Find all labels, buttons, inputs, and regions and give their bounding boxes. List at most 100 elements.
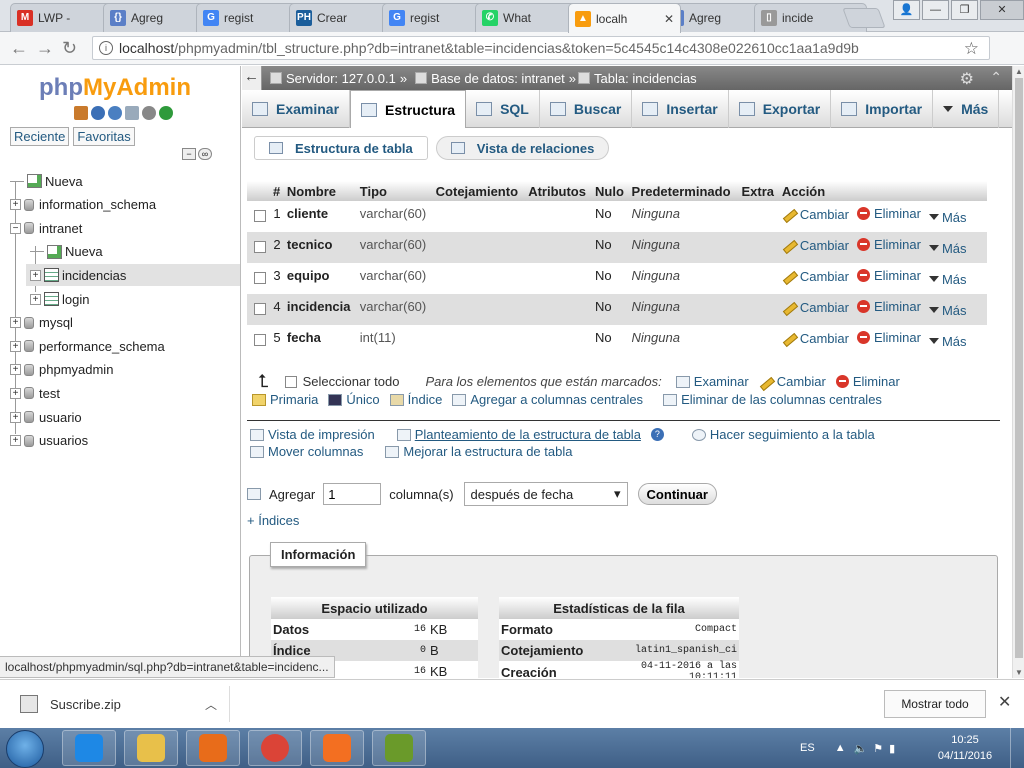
clock[interactable]: 10:25 04/11/2016 bbox=[930, 732, 1000, 764]
tree-label[interactable]: performance_schema bbox=[39, 339, 165, 354]
close-tab-icon[interactable]: ✕ bbox=[664, 12, 674, 26]
cell-name[interactable]: fecha bbox=[283, 325, 357, 356]
tree-label[interactable]: usuario bbox=[39, 410, 82, 425]
cell-name[interactable]: equipo bbox=[283, 263, 357, 294]
tree-db-mysql[interactable]: + mysql bbox=[10, 312, 73, 334]
link-icon[interactable]: ∞ bbox=[198, 148, 212, 160]
tab-estructura[interactable]: Estructura bbox=[350, 90, 467, 128]
propose-structure-link[interactable]: Planteamiento de la estructura de tabla bbox=[396, 427, 641, 442]
drop-link[interactable]: Eliminar bbox=[856, 237, 921, 252]
collapse-icon[interactable]: − bbox=[10, 222, 21, 234]
reload-icon[interactable]: ↻ bbox=[62, 38, 77, 59]
bookmark-star-icon[interactable]: ☆ bbox=[964, 39, 979, 59]
show-desktop-button[interactable] bbox=[1010, 728, 1024, 768]
change-link[interactable]: Cambiar bbox=[782, 207, 849, 222]
help-icon[interactable] bbox=[108, 106, 122, 120]
tab-buscar[interactable]: Buscar bbox=[540, 90, 633, 128]
help-icon[interactable]: ? bbox=[650, 428, 664, 441]
drop-link[interactable]: Eliminar bbox=[856, 206, 921, 221]
scroll-down-arrow-icon[interactable]: ▼ bbox=[1015, 668, 1023, 677]
tab-insertar[interactable]: Insertar bbox=[632, 90, 729, 128]
download-item[interactable]: Suscribe.zip ︿ bbox=[8, 686, 230, 722]
home-icon[interactable] bbox=[74, 106, 88, 120]
information-legend[interactable]: Información bbox=[270, 542, 367, 567]
bulk-index-link[interactable]: Índice bbox=[389, 392, 442, 407]
language-indicator[interactable]: ES bbox=[800, 742, 815, 754]
move-columns-link[interactable]: Mover columnas bbox=[250, 444, 363, 459]
improve-structure-link[interactable]: Mejorar la estructura de tabla bbox=[385, 444, 572, 459]
row-checkbox[interactable] bbox=[254, 210, 266, 222]
volume-icon[interactable]: 🔈 bbox=[854, 742, 868, 755]
bulk-add-central-link[interactable]: Agregar a columnas centrales bbox=[452, 392, 643, 407]
tree-db-Nueva[interactable]: Nueva bbox=[10, 170, 83, 192]
info-icon[interactable]: i bbox=[99, 41, 113, 55]
tree-db-usuarios[interactable]: + usuarios bbox=[10, 430, 88, 452]
tab-table-structure[interactable]: Estructura de tabla bbox=[254, 136, 428, 160]
taskbar-app[interactable] bbox=[124, 730, 178, 766]
tree-label[interactable]: login bbox=[62, 292, 89, 307]
breadcrumb-database[interactable]: Base de datos: intranet bbox=[415, 71, 565, 86]
tab-examinar[interactable]: Examinar bbox=[242, 90, 351, 128]
bulk-browse-link[interactable]: Examinar bbox=[675, 374, 749, 389]
tree-db-test[interactable]: + test bbox=[10, 382, 60, 404]
tree-label[interactable]: information_schema bbox=[39, 197, 156, 212]
tree-table-login[interactable]: + login bbox=[30, 288, 89, 310]
tray-expand-icon[interactable]: ▲ bbox=[835, 742, 846, 754]
reload-navigation-icon[interactable] bbox=[159, 106, 173, 120]
expand-icon[interactable]: + bbox=[30, 293, 41, 305]
column-header[interactable]: Tipo bbox=[356, 181, 433, 201]
tree-label[interactable]: phpmyadmin bbox=[39, 362, 113, 377]
expand-icon[interactable]: + bbox=[10, 435, 21, 447]
tree-db-usuario[interactable]: + usuario bbox=[10, 406, 82, 428]
change-link[interactable]: Cambiar bbox=[782, 331, 849, 346]
tree-db-phpmyadmin[interactable]: + phpmyadmin bbox=[10, 359, 113, 381]
tab-más[interactable]: Más bbox=[933, 90, 1000, 128]
select-all-label[interactable]: Seleccionar todo bbox=[303, 374, 400, 389]
collapse-panel-arrow-icon[interactable]: ← bbox=[242, 66, 262, 90]
tree-label[interactable]: Nueva bbox=[65, 244, 103, 259]
continue-button[interactable]: Continuar bbox=[637, 483, 717, 505]
expand-icon[interactable]: + bbox=[10, 340, 21, 352]
tab-favorites[interactable]: Favoritas bbox=[73, 127, 135, 146]
row-checkbox[interactable] bbox=[254, 334, 266, 346]
minimize-button[interactable]: — bbox=[922, 0, 949, 20]
main-scrollbar[interactable]: ▲ ▼ bbox=[1012, 66, 1024, 678]
phpmyadmin-logo[interactable]: phpMyAdmin bbox=[39, 74, 191, 102]
drop-link[interactable]: Eliminar bbox=[856, 268, 921, 283]
column-header[interactable]: Predeterminado bbox=[628, 181, 739, 201]
print-view-link[interactable]: Vista de impresión bbox=[250, 427, 375, 442]
taskbar-app[interactable] bbox=[186, 730, 240, 766]
expand-icon[interactable]: + bbox=[10, 199, 21, 211]
tree-db-information_schema[interactable]: + information_schema bbox=[10, 194, 156, 216]
docs-icon[interactable] bbox=[125, 106, 139, 120]
windows-start-button[interactable] bbox=[6, 730, 44, 768]
tab-exportar[interactable]: Exportar bbox=[729, 90, 832, 128]
logout-icon[interactable] bbox=[91, 106, 105, 120]
bulk-remove-central-link[interactable]: Eliminar de las columnas centrales bbox=[663, 392, 882, 407]
select-all-checkbox[interactable] bbox=[284, 375, 297, 388]
tree-table-Nueva[interactable]: Nueva bbox=[30, 241, 103, 263]
user-icon[interactable]: 👤 bbox=[893, 0, 920, 20]
scroll-top-icon[interactable]: ⌃ bbox=[990, 69, 1002, 86]
expand-icon[interactable]: + bbox=[10, 317, 21, 329]
tree-label[interactable]: intranet bbox=[39, 221, 82, 236]
tab-recent[interactable]: Reciente bbox=[10, 127, 70, 146]
scroll-up-arrow-icon[interactable]: ▲ bbox=[1015, 67, 1023, 76]
expand-icon[interactable]: + bbox=[10, 387, 21, 399]
tab-importar[interactable]: Importar bbox=[831, 90, 934, 128]
column-header[interactable]: Nulo bbox=[592, 181, 629, 201]
show-all-downloads-button[interactable]: Mostrar todo bbox=[884, 690, 986, 718]
row-checkbox[interactable] bbox=[254, 272, 266, 284]
expand-icon[interactable]: + bbox=[10, 411, 21, 423]
column-header[interactable]: Extra bbox=[738, 181, 779, 201]
more-dropdown[interactable]: Más bbox=[928, 334, 967, 349]
bulk-primary-link[interactable]: Primaria bbox=[252, 392, 318, 407]
collapse-all-icon[interactable]: − bbox=[182, 148, 196, 160]
add-columns-count-input[interactable] bbox=[323, 483, 382, 505]
column-header[interactable]: # bbox=[270, 181, 284, 201]
settings-gear-icon[interactable] bbox=[142, 106, 156, 120]
new-tab-button[interactable] bbox=[842, 8, 886, 28]
indexes-toggle-link[interactable]: + Índices bbox=[247, 513, 299, 528]
taskbar-app[interactable] bbox=[310, 730, 364, 766]
forward-arrow-icon[interactable]: → bbox=[36, 38, 54, 59]
